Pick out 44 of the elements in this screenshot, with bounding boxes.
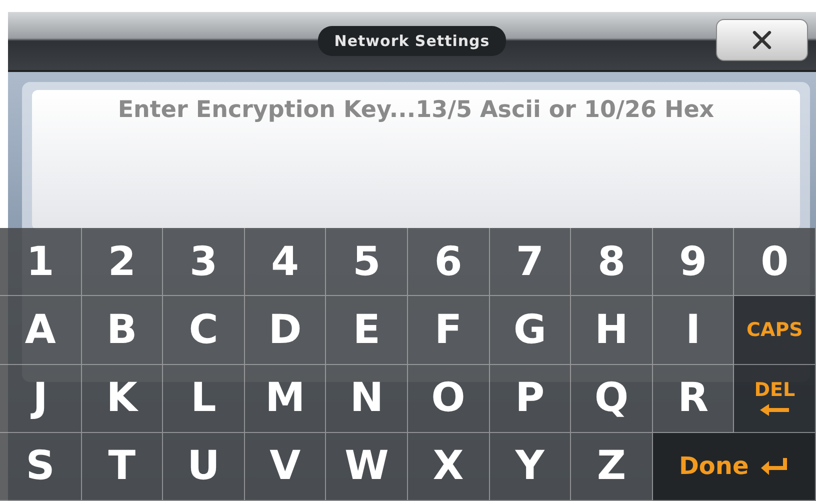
key[interactable]: 1 (0, 228, 82, 296)
key[interactable]: P (490, 364, 572, 433)
key[interactable]: T (82, 432, 164, 501)
key[interactable]: V (244, 432, 326, 501)
delete-key[interactable]: DEL (734, 364, 816, 433)
key[interactable]: D (244, 296, 326, 364)
left-arrow-icon (758, 403, 791, 418)
key[interactable]: 6 (408, 228, 490, 296)
key[interactable]: Q (571, 364, 653, 433)
key[interactable]: G (490, 296, 572, 364)
key[interactable]: J (0, 364, 82, 433)
key[interactable]: E (326, 296, 408, 364)
key[interactable]: 2 (82, 228, 164, 296)
key[interactable]: A (0, 296, 82, 364)
key[interactable]: Z (571, 432, 653, 501)
close-button[interactable] (716, 19, 808, 61)
key[interactable]: B (82, 296, 164, 364)
key[interactable]: X (408, 432, 490, 501)
input-field[interactable]: Enter Encryption Key...13/5 Ascii or 10/26 Hex (32, 90, 800, 230)
key[interactable]: 9 (652, 228, 734, 296)
key[interactable]: 4 (244, 228, 326, 296)
key[interactable]: 0 (734, 228, 816, 296)
caps-key[interactable]: CAPS (734, 296, 816, 364)
key[interactable]: I (652, 296, 734, 364)
enter-arrow-icon (758, 456, 789, 476)
key[interactable]: N (326, 364, 408, 433)
window-title: Network Settings (318, 26, 506, 56)
key[interactable]: 5 (326, 228, 408, 296)
key[interactable]: H (571, 296, 653, 364)
key[interactable]: U (163, 432, 245, 501)
key[interactable]: W (326, 432, 408, 501)
key[interactable]: F (408, 296, 490, 364)
key[interactable]: S (0, 432, 82, 501)
key[interactable]: 7 (490, 228, 572, 296)
key[interactable]: O (408, 364, 490, 433)
key[interactable]: R (652, 364, 734, 433)
key[interactable]: L (163, 364, 245, 433)
key[interactable]: K (82, 364, 164, 433)
key[interactable]: 3 (163, 228, 245, 296)
key[interactable]: M (244, 364, 326, 433)
done-key[interactable]: Done (652, 432, 816, 501)
key[interactable]: C (163, 296, 245, 364)
key[interactable]: Y (490, 432, 572, 501)
key[interactable]: 8 (571, 228, 653, 296)
